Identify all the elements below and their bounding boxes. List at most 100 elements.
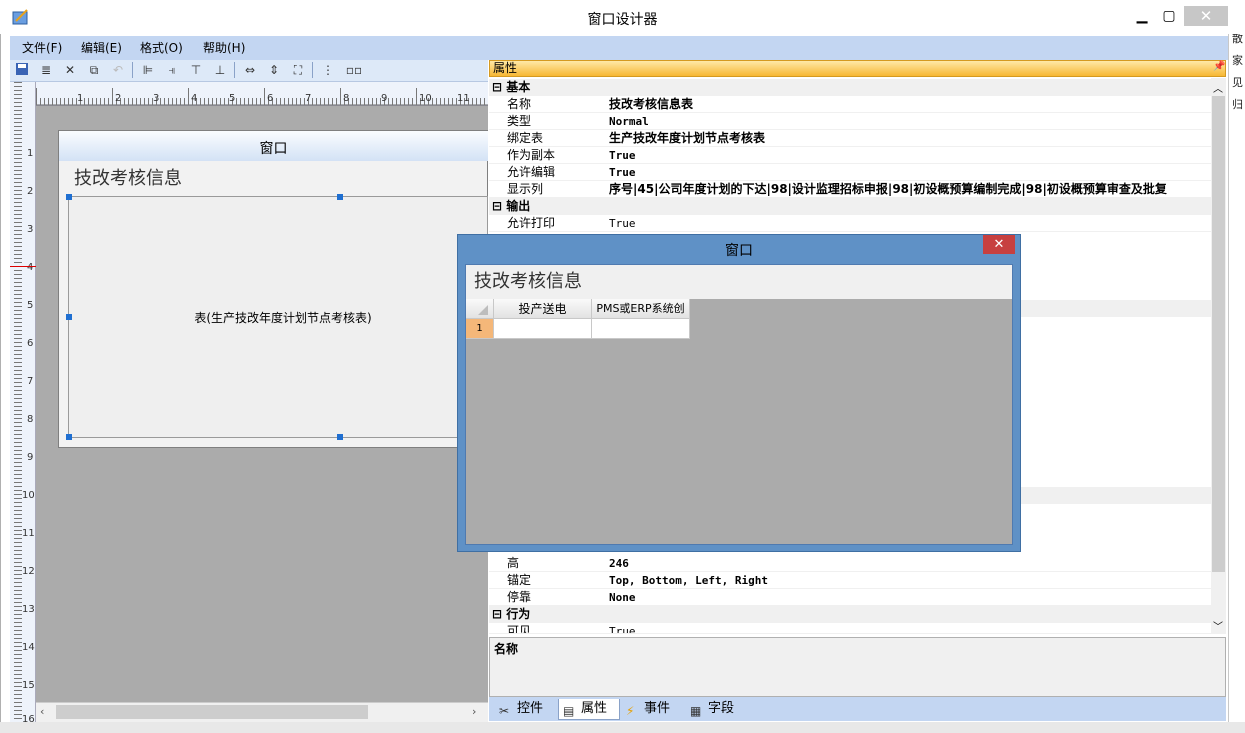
align-right-icon[interactable]: ⫣ xyxy=(164,62,180,78)
cut-icon[interactable]: ✕ xyxy=(62,62,78,78)
ruler-label: 15 xyxy=(22,680,35,691)
scroll-right-icon[interactable]: › xyxy=(472,705,476,718)
menu-help[interactable]: 帮助(H) xyxy=(203,39,245,56)
property-row[interactable]: 锚定 Top, Bottom, Left, Right xyxy=(489,572,1211,589)
property-value[interactable]: True xyxy=(609,215,636,232)
background-text: 见 xyxy=(1232,76,1243,89)
property-name: 绑定表 xyxy=(507,131,544,145)
property-value[interactable]: True xyxy=(609,147,636,164)
minimize-button[interactable]: ▁ xyxy=(1127,6,1157,26)
grid-cell[interactable] xyxy=(494,319,592,339)
property-value[interactable]: 生产技改年度计划节点考核表 xyxy=(609,130,765,147)
property-value[interactable]: True xyxy=(609,164,636,181)
same-size-icon[interactable]: ⛶ xyxy=(290,62,306,78)
ruler-label: 4 xyxy=(27,262,34,273)
design-form-title: 窗口 xyxy=(59,131,488,161)
scroll-up-icon[interactable]: ︿ xyxy=(1213,80,1223,95)
properties-panel-header: 属性 xyxy=(489,60,1226,77)
menu-edit[interactable]: 编辑(E) xyxy=(81,39,122,56)
paste-icon[interactable]: ⧉ xyxy=(86,62,102,78)
save-icon[interactable] xyxy=(14,62,30,78)
ruler-label: 1 xyxy=(77,93,84,104)
tab-events[interactable]: ⚡ 事件 xyxy=(622,699,684,720)
close-button[interactable]: ✕ xyxy=(1184,6,1228,26)
ruler-label: 9 xyxy=(381,93,388,104)
same-height-icon[interactable]: ⇕ xyxy=(266,62,282,78)
properties-icon[interactable]: ≣ xyxy=(38,62,54,78)
property-row[interactable]: 高 246 xyxy=(489,555,1211,572)
category-behavior[interactable]: ⊟ 行为 xyxy=(489,606,1211,623)
property-name: 可见 xyxy=(507,624,532,634)
collapse-icon[interactable]: ⊟ xyxy=(492,80,506,94)
design-header-label[interactable]: 技改考核信息 xyxy=(74,164,182,190)
property-row[interactable]: 显示列 序号|45|公司年度计划的下达|98|设计监理招标申报|98|初设概预算编… xyxy=(489,181,1211,198)
tab-label: 事件 xyxy=(644,701,671,716)
property-row[interactable]: 类型 Normal xyxy=(489,113,1211,130)
grid-column-header[interactable]: 投产送电 xyxy=(494,299,592,319)
align-top-icon[interactable]: ⊤ xyxy=(188,62,204,78)
preview-window-title: 窗口 xyxy=(725,243,753,259)
tab-fields[interactable]: ▦ 字段 xyxy=(686,699,748,720)
property-name: 类型 xyxy=(507,114,532,128)
property-value[interactable]: Top, Bottom, Left, Right xyxy=(609,572,768,589)
tab-label: 属性 xyxy=(581,701,608,716)
ruler-position-marker xyxy=(10,266,36,267)
design-table-label: 表(生产技改年度计划节点考核表) xyxy=(194,311,372,325)
properties-icon: ▤ xyxy=(563,704,575,718)
align-left-icon[interactable]: ⊫ xyxy=(140,62,156,78)
property-value[interactable]: None xyxy=(609,589,636,606)
collapse-icon[interactable]: ⊟ xyxy=(492,199,506,213)
property-row[interactable]: 停靠 None xyxy=(489,589,1211,606)
property-row[interactable]: 作为副本 True xyxy=(489,147,1211,164)
horizontal-spacing-icon[interactable]: ▫▫ xyxy=(344,62,364,78)
grid-corner[interactable] xyxy=(466,299,494,319)
property-name: 高 xyxy=(507,556,520,570)
tab-controls[interactable]: ✂ 控件 xyxy=(495,699,557,720)
property-value[interactable]: 246 xyxy=(609,555,629,572)
resize-handle[interactable] xyxy=(66,194,72,200)
ruler-label: 10 xyxy=(419,93,432,104)
toolbar-separator xyxy=(132,62,133,78)
resize-handle[interactable] xyxy=(66,314,72,320)
scrollbar-thumb[interactable] xyxy=(1212,96,1225,572)
grid-row-header[interactable]: 1 xyxy=(466,319,494,339)
grid-column-header[interactable]: PMS或ERP系统创 xyxy=(592,299,690,319)
menu-format[interactable]: 格式(O) xyxy=(140,39,183,56)
scrollbar-thumb[interactable] xyxy=(56,705,368,719)
ruler-label: 6 xyxy=(267,93,274,104)
scroll-left-icon[interactable]: ‹ xyxy=(40,705,44,718)
property-value[interactable]: Normal xyxy=(609,113,649,130)
collapse-icon[interactable]: ⊟ xyxy=(492,607,506,621)
pin-icon[interactable]: 📌 xyxy=(1213,61,1225,72)
property-row[interactable]: 允许编辑 True xyxy=(489,164,1211,181)
property-name: 停靠 xyxy=(507,590,532,604)
property-row[interactable]: 名称 技改考核信息表 xyxy=(489,96,1211,113)
property-row[interactable]: 允许打印 True xyxy=(489,215,1211,232)
status-bar xyxy=(0,722,1245,733)
ruler-label: 3 xyxy=(27,224,34,235)
preview-close-button[interactable]: ✕ xyxy=(983,235,1015,254)
property-value[interactable]: True xyxy=(609,623,636,633)
maximize-button[interactable]: ▢ xyxy=(1154,6,1184,26)
property-value[interactable]: 技改考核信息表 xyxy=(609,96,693,113)
vertical-spacing-icon[interactable]: ⋮ xyxy=(320,62,336,78)
tab-properties[interactable]: ▤ 属性 xyxy=(558,699,620,720)
resize-handle[interactable] xyxy=(337,434,343,440)
tab-label: 控件 xyxy=(517,701,544,716)
property-row[interactable]: 绑定表 生产技改年度计划节点考核表 xyxy=(489,130,1211,147)
scroll-down-icon[interactable]: ﹀ xyxy=(1213,618,1223,633)
ruler-label: 12 xyxy=(22,566,35,577)
property-value[interactable]: 序号|45|公司年度计划的下达|98|设计监理招标申报|98|初设概预算编制完成… xyxy=(609,181,1167,197)
resize-handle[interactable] xyxy=(337,194,343,200)
resize-handle[interactable] xyxy=(66,434,72,440)
category-basic[interactable]: ⊟ 基本 xyxy=(489,79,1211,96)
same-width-icon[interactable]: ⇔ xyxy=(242,62,258,78)
category-output[interactable]: ⊟ 输出 xyxy=(489,198,1211,215)
grid-cell[interactable] xyxy=(592,319,690,339)
ruler-label: 3 xyxy=(153,93,160,104)
menu-file[interactable]: 文件(F) xyxy=(22,39,62,56)
undo-icon[interactable]: ↶ xyxy=(110,62,126,78)
property-row[interactable]: 可见 True xyxy=(489,623,1211,634)
align-bottom-icon[interactable]: ⊥ xyxy=(212,62,228,78)
category-label: 行为 xyxy=(506,607,531,621)
